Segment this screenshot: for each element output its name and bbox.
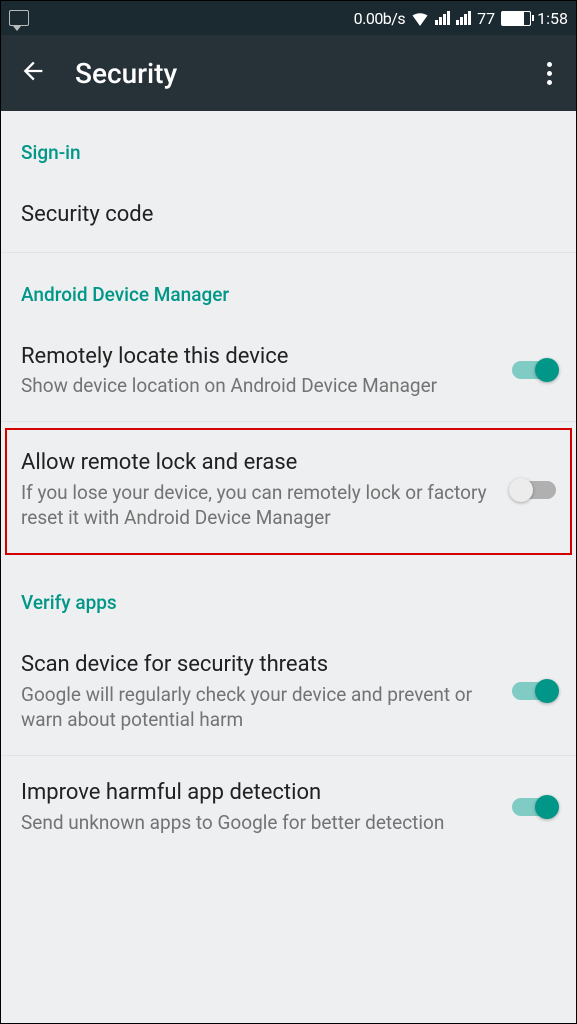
battery-percentage: 77 [477,9,495,28]
toggle-improve-detection[interactable] [512,798,556,816]
setting-title: Scan device for security threats [21,650,498,680]
wifi-icon [411,11,429,26]
setting-remotely-locate[interactable]: Remotely locate this device Show device … [1,320,576,422]
clock: 1:58 [537,9,568,28]
setting-scan-threats[interactable]: Scan device for security threats Google … [1,628,576,756]
overflow-menu-button[interactable] [541,56,558,91]
signal-bars-2-icon [456,11,471,25]
setting-security-code[interactable]: Security code [1,178,576,253]
setting-subtitle: Google will regularly check your device … [21,682,498,733]
setting-title: Allow remote lock and erase [21,448,498,478]
notification-message-icon [9,10,29,26]
status-bar: 0.00b/s 77 1:58 [1,1,576,35]
toggle-remotely-locate[interactable] [512,361,556,379]
section-header-verify: Verify apps [1,561,576,628]
settings-list: Sign-in Security code Android Device Man… [1,111,576,857]
section-header-sign-in: Sign-in [1,111,576,178]
page-title: Security [75,57,541,90]
setting-title: Remotely locate this device [21,342,498,372]
arrow-left-icon [19,57,47,85]
toggle-scan-threats[interactable] [512,682,556,700]
setting-improve-detection[interactable]: Improve harmful app detection Send unkno… [1,756,576,857]
setting-remote-lock-erase[interactable]: Allow remote lock and erase If you lose … [5,428,572,555]
signal-bars-1-icon [435,11,450,25]
setting-subtitle: Send unknown apps to Google for better d… [21,810,498,836]
setting-title: Security code [21,200,542,230]
back-button[interactable] [19,57,47,89]
setting-subtitle: Show device location on Android Device M… [21,373,498,399]
setting-title: Improve harmful app detection [21,778,498,808]
app-bar: Security [1,35,576,111]
battery-icon [501,11,531,26]
toggle-remote-lock-erase[interactable] [512,481,556,499]
network-speed: 0.00b/s [354,9,406,28]
setting-subtitle: If you lose your device, you can remotel… [21,480,498,531]
section-header-adm: Android Device Manager [1,253,576,320]
